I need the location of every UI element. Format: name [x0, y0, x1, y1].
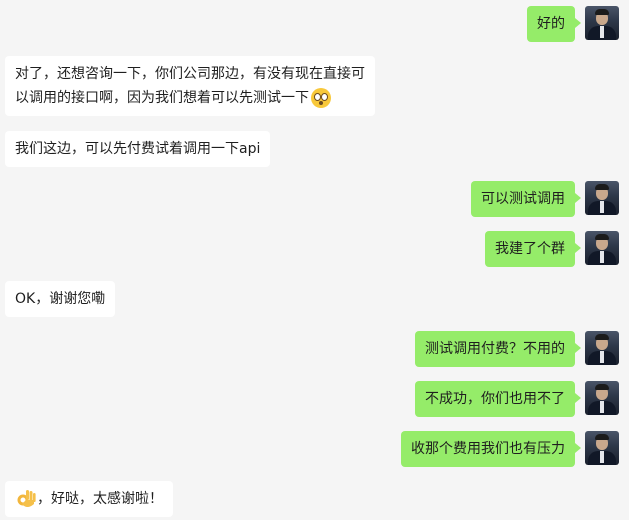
chat-message-self: 我建了个群: [485, 231, 619, 267]
message-bubble[interactable]: 我建了个群: [485, 231, 581, 267]
avatar[interactable]: [585, 431, 619, 465]
message-text: OK，谢谢您嘞: [15, 291, 106, 307]
message-text: 收那个费用我们也有压力: [411, 441, 565, 457]
ok-hand-emoji-icon: [15, 488, 37, 510]
message-bubble[interactable]: 好的: [527, 6, 581, 42]
chat-message-other: 对了，还想咨询一下，你们公司那边，有没有现在直接可 以调用的接口啊，因为我们想着…: [5, 56, 375, 116]
chat-message-self: 收那个费用我们也有压力: [401, 431, 619, 467]
message-text: 可以测试调用: [481, 191, 565, 207]
chat-message-self: 测试调用付费？不用的: [415, 331, 619, 367]
avatar[interactable]: [585, 6, 619, 40]
message-text: 测试调用付费？不用的: [425, 341, 565, 357]
message-text: 我建了个群: [495, 241, 565, 257]
message-bubble[interactable]: OK，谢谢您嘞: [5, 281, 116, 317]
avatar[interactable]: [585, 181, 619, 215]
avatar[interactable]: [585, 331, 619, 365]
chat-message-other: OK，谢谢您嘞: [5, 281, 116, 317]
message-bubble[interactable]: 对了，还想咨询一下，你们公司那边，有没有现在直接可 以调用的接口啊，因为我们想着…: [5, 56, 375, 116]
message-text: 不成功，你们也用不了: [425, 391, 565, 407]
chat-message-self: 可以测试调用: [471, 181, 619, 217]
message-text-line: 对了，还想咨询一下，你们公司那边，有没有现在直接可: [15, 66, 365, 82]
message-bubble[interactable]: 不成功，你们也用不了: [415, 381, 581, 417]
avatar[interactable]: [585, 381, 619, 415]
message-bubble[interactable]: 收那个费用我们也有压力: [401, 431, 581, 467]
message-text: 我们这边，可以先付费试着调用一下api: [15, 141, 261, 157]
message-text: ，好哒，太感谢啦！: [37, 491, 163, 507]
message-bubble[interactable]: 可以测试调用: [471, 181, 581, 217]
chat-message-self: 不成功，你们也用不了: [415, 381, 619, 417]
message-text-line: 以调用的接口啊，因为我们想着可以先测试一下: [15, 86, 365, 110]
message-bubble[interactable]: 我们这边，可以先付费试着调用一下api: [5, 131, 271, 167]
message-bubble[interactable]: 测试调用付费？不用的: [415, 331, 581, 367]
chat-message-list: 好的 对了，还想咨询一下，你们公司那边，有没有现在直接可 以调用的接口啊，因为我…: [0, 0, 629, 520]
chat-message-other: 我们这边，可以先付费试着调用一下api: [5, 131, 271, 167]
avatar[interactable]: [585, 231, 619, 265]
message-bubble[interactable]: ，好哒，太感谢啦！: [5, 481, 173, 517]
chat-message-other: ，好哒，太感谢啦！: [5, 481, 173, 517]
flushed-face-emoji-icon: [311, 88, 331, 108]
chat-message-self: 好的: [527, 6, 619, 42]
message-text: 好的: [537, 16, 565, 32]
